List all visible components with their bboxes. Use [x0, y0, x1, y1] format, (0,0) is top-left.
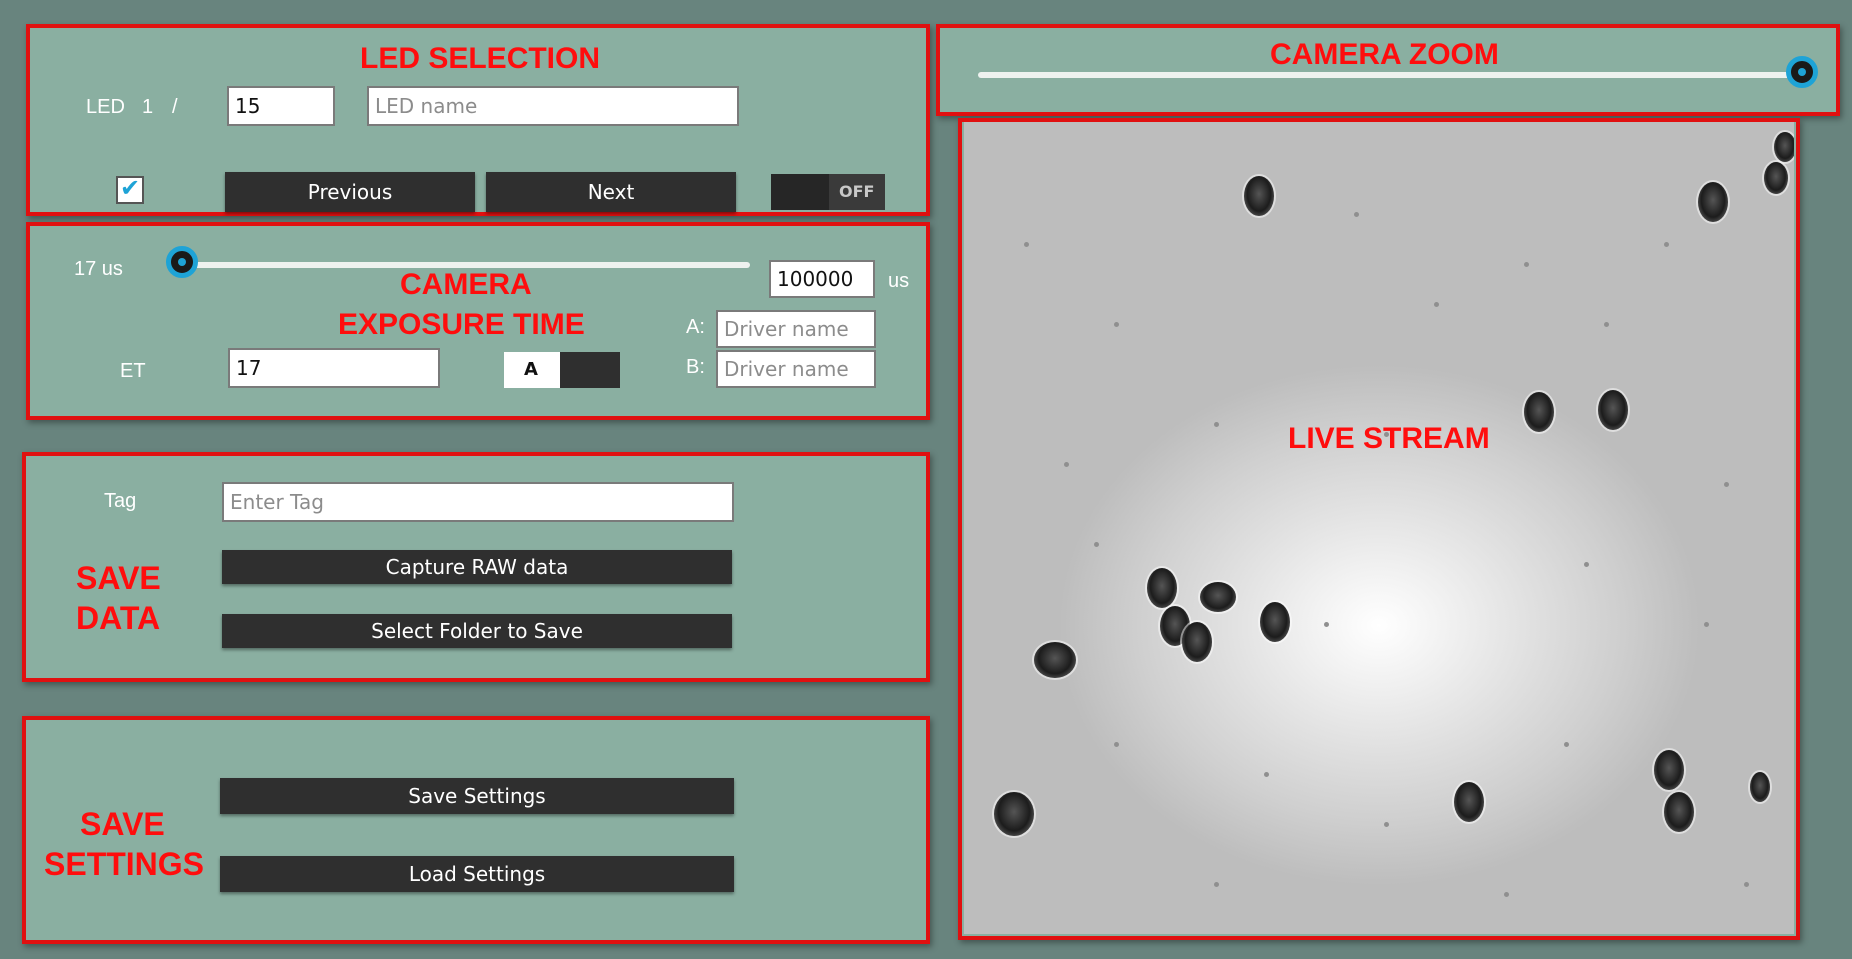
- exposure-panel: 17 us us CAMERA EXPOSURE TIME A: B: ET A: [26, 222, 930, 420]
- led-count-input[interactable]: [227, 86, 335, 126]
- toggle-a-segment: A: [504, 352, 560, 388]
- next-button[interactable]: Next: [486, 172, 736, 212]
- led-power-toggle[interactable]: OFF: [771, 174, 885, 210]
- toggle-a-label: A: [524, 359, 538, 380]
- camera-zoom-title: CAMERA ZOOM: [1270, 38, 1499, 71]
- toggle-off-label: OFF: [839, 182, 875, 201]
- previous-button[interactable]: Previous: [225, 172, 475, 212]
- led-name-input[interactable]: [367, 86, 739, 126]
- led-label: LED: [86, 96, 125, 118]
- led-index: 1: [142, 96, 154, 118]
- save-data-title-line2: DATA: [76, 600, 161, 636]
- driver-ab-toggle[interactable]: A: [504, 352, 620, 388]
- tag-label: Tag: [104, 490, 137, 512]
- exposure-title-line2: EXPOSURE TIME: [338, 308, 585, 341]
- save-settings-panel: SAVE SETTINGS Save Settings Load Setting…: [22, 716, 930, 944]
- save-settings-title-line2: SETTINGS: [44, 846, 205, 882]
- check-icon: ✔: [120, 174, 141, 202]
- capture-raw-button[interactable]: Capture RAW data: [222, 550, 732, 584]
- toggle-thumb: [771, 174, 829, 210]
- led-enable-checkbox[interactable]: ✔: [116, 174, 144, 204]
- exposure-max-input[interactable]: [769, 260, 875, 298]
- exposure-title-line1: CAMERA: [400, 268, 532, 301]
- exposure-min-label: 17 us: [74, 258, 123, 280]
- exposure-slider-handle[interactable]: [166, 246, 198, 278]
- save-settings-button[interactable]: Save Settings: [220, 778, 734, 814]
- driver-a-input[interactable]: [716, 310, 876, 348]
- zoom-slider-track[interactable]: [978, 72, 1814, 78]
- save-data-panel: Tag SAVE DATA Capture RAW data Select Fo…: [22, 452, 930, 682]
- led-slash: /: [172, 96, 178, 118]
- led-selection-panel: LED SELECTION LED 1 / ✔ Previous Next OF…: [26, 24, 930, 216]
- select-folder-button[interactable]: Select Folder to Save: [222, 614, 732, 648]
- live-stream-title: LIVE STREAM: [1288, 422, 1490, 455]
- save-data-title-line1: SAVE: [76, 560, 161, 596]
- exposure-max-unit: us: [888, 270, 910, 292]
- et-input[interactable]: [228, 348, 440, 388]
- save-settings-title-line1: SAVE: [80, 806, 165, 842]
- live-stream-view[interactable]: LIVE STREAM: [964, 122, 1794, 934]
- tag-input[interactable]: [222, 482, 734, 522]
- zoom-slider-handle[interactable]: [1786, 56, 1818, 88]
- load-settings-button[interactable]: Load Settings: [220, 856, 734, 892]
- driver-b-label: B:: [686, 356, 705, 378]
- driver-b-input[interactable]: [716, 350, 876, 388]
- driver-a-label: A:: [686, 316, 705, 338]
- camera-zoom-panel: CAMERA ZOOM: [936, 24, 1840, 116]
- led-selection-title: LED SELECTION: [360, 42, 601, 75]
- et-label: ET: [120, 360, 146, 382]
